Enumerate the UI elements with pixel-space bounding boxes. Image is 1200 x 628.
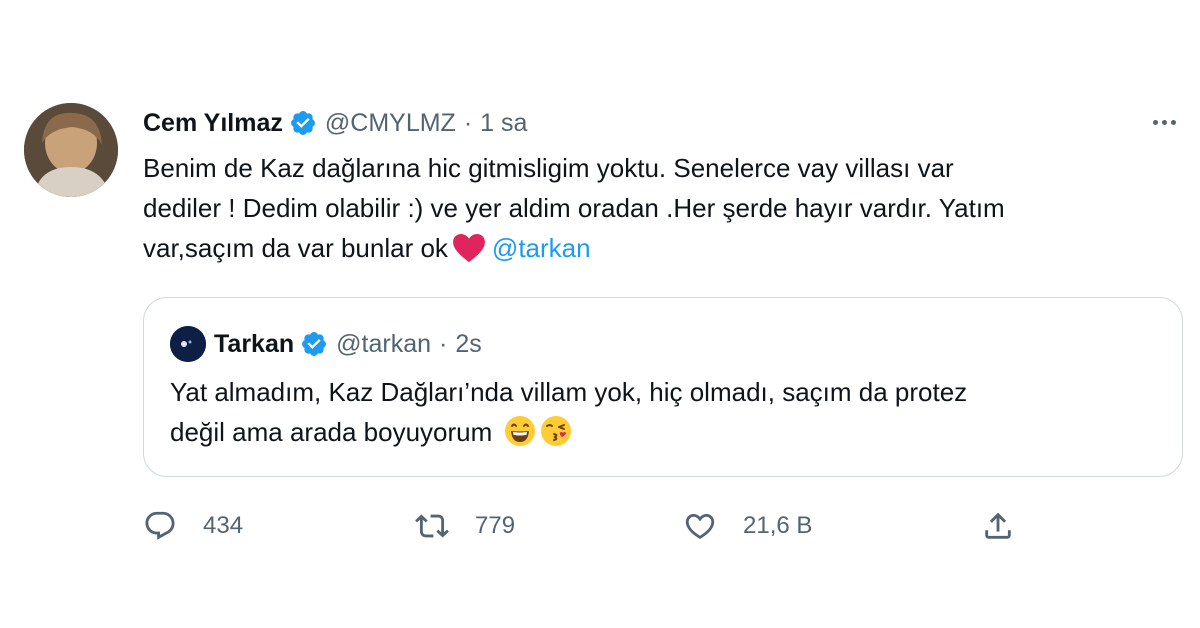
share-icon: [985, 512, 1011, 539]
separator-dot: ·: [463, 108, 473, 137]
mention-link[interactable]: @tarkan: [492, 233, 591, 263]
tweet-actions-bar: 434 779 21,6 B: [143, 506, 1183, 546]
retweet-button[interactable]: 779: [415, 506, 515, 546]
quoted-tweet-time[interactable]: 2s: [455, 330, 481, 359]
verified-badge-icon: [302, 332, 327, 356]
more-options-icon[interactable]: [1146, 108, 1182, 136]
retweet-icon: [415, 514, 449, 538]
tweet-text-line: var,saçım da var bunlar ok @tarkan: [143, 228, 1183, 268]
quoted-text-segment: değil ama arada boyuyorum: [170, 417, 493, 447]
red-heart-icon: [452, 233, 485, 263]
tweet-text-line: Benim de Kaz dağlarına hic gitmisligim y…: [143, 153, 954, 183]
tweet-time[interactable]: 1 sa: [480, 109, 527, 138]
reply-count: 434: [203, 512, 244, 539]
author-handle[interactable]: @CMYLMZ: [325, 109, 456, 138]
reply-icon: [145, 511, 175, 540]
grinning-emoji-icon: [504, 416, 535, 446]
reply-button[interactable]: 434: [143, 506, 243, 546]
like-icon: [685, 513, 715, 539]
share-button[interactable]: [981, 506, 1015, 546]
author-avatar[interactable]: [24, 103, 118, 197]
tweet-text-line: dediler ! Dedim olabilir :) ve yer aldim…: [143, 193, 1005, 223]
retweet-count: 779: [475, 512, 516, 539]
quoted-author-avatar[interactable]: [170, 326, 206, 362]
author-name[interactable]: Cem Yılmaz: [143, 109, 283, 138]
quoted-author-name[interactable]: Tarkan: [214, 330, 294, 359]
tweet-text: Benim de Kaz dağlarına hic gitmisligim y…: [143, 148, 1183, 268]
quoted-tweet-text: Yat almadım, Kaz Dağları’nda villam yok,…: [170, 372, 1160, 452]
quoted-author-handle[interactable]: @tarkan: [336, 330, 431, 359]
kissing-emoji-icon: [540, 416, 571, 446]
verified-badge-icon: [290, 111, 315, 135]
quoted-tweet[interactable]: Tarkan @tarkan · 2s Yat almadım, Kaz Dağ…: [143, 297, 1183, 477]
separator-dot: ·: [439, 329, 448, 358]
quoted-tweet-header: Tarkan @tarkan · 2s: [170, 326, 482, 362]
quoted-text-line: Yat almadım, Kaz Dağları’nda villam yok,…: [170, 377, 968, 407]
like-count: 21,6 B: [743, 512, 813, 539]
tweet-text-segment: var,saçım da var bunlar ok: [143, 233, 448, 263]
tweet-header: Cem Yılmaz @CMYLMZ · 1 sa: [143, 105, 527, 141]
quoted-text-line: değil ama arada boyuyorum: [170, 412, 1160, 452]
tweet-card[interactable]: Cem Yılmaz @CMYLMZ · 1 sa Benim de Kaz d…: [0, 0, 1200, 628]
like-button[interactable]: 21,6 B: [683, 506, 812, 546]
